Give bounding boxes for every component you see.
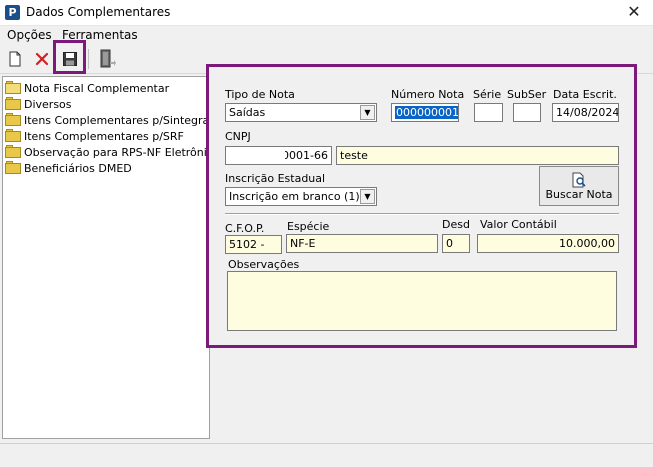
menu-bar: Opções Ferramentas	[0, 26, 653, 44]
menu-opcoes[interactable]: Opções	[7, 28, 52, 42]
divider	[225, 213, 619, 215]
buscar-nota-label: Buscar Nota	[545, 187, 613, 201]
chevron-down-icon[interactable]: ▼	[360, 105, 375, 120]
tipo-nota-select[interactable]: Saídas ▼	[225, 103, 377, 122]
subser-label: SubSer	[507, 88, 547, 101]
folder-icon	[5, 129, 21, 142]
observacoes-textarea[interactable]	[227, 271, 617, 331]
tree-item-srf[interactable]: Itens Complementares p/SRF	[5, 128, 184, 144]
tree-item-label: Observação para RPS-NF Eletrônica	[24, 145, 220, 159]
cnpj-value: 0001-66	[282, 149, 328, 162]
folder-icon	[5, 145, 21, 158]
subser-field[interactable]	[513, 103, 541, 122]
tree-item-diversos[interactable]: Diversos	[5, 96, 72, 112]
nota-fiscal-panel: Tipo de Nota Número Nota Série SubSer Da…	[206, 64, 637, 348]
cfop-field[interactable]: 5102 -	[225, 235, 282, 254]
cnpj-name-value: teste	[340, 149, 368, 162]
delete-icon	[35, 52, 49, 66]
data-escrit-label: Data Escrit.	[553, 88, 617, 101]
tree-item-sintegra[interactable]: Itens Complementares p/Sintegra	[5, 112, 209, 128]
valor-contabil-value: 10.000,00	[559, 237, 615, 250]
especie-label: Espécie	[287, 220, 330, 233]
serie-field[interactable]	[474, 103, 503, 122]
ie-select[interactable]: Inscrição em branco (1) ▼	[225, 187, 377, 206]
exit-button[interactable]	[96, 48, 118, 70]
numero-nota-value: 0000000016	[395, 106, 458, 119]
folder-icon	[5, 161, 21, 174]
title-bar: P Dados Complementares ✕	[0, 0, 653, 26]
cnpj-name-field[interactable]: teste	[336, 146, 619, 165]
cfop-label: C.F.O.P.	[225, 222, 265, 235]
chevron-down-icon[interactable]: ▼	[360, 189, 375, 204]
tree-item-label: Beneficiários DMED	[24, 161, 132, 175]
especie-value: NF-E	[290, 237, 316, 250]
tree-item-label: Diversos	[24, 97, 72, 111]
desd-field[interactable]: 0	[442, 234, 470, 253]
serie-label: Série	[473, 88, 502, 101]
tree-item-label: Nota Fiscal Complementar	[24, 81, 170, 95]
especie-field[interactable]: NF-E	[286, 234, 438, 253]
search-document-icon	[572, 172, 586, 187]
ie-label: Inscrição Estadual	[225, 172, 326, 185]
window-title: Dados Complementares	[26, 5, 171, 19]
toolbar-separator	[88, 49, 89, 69]
cfop-value: 5102 -	[229, 238, 265, 251]
valor-contabil-label: Valor Contábil	[480, 218, 557, 231]
data-escrit-value: 14/08/2024	[556, 106, 619, 119]
numero-nota-field[interactable]: 0000000016	[391, 103, 459, 122]
tree-item-rps-nf[interactable]: Observação para RPS-NF Eletrônica	[5, 144, 220, 160]
desd-label: Desd	[442, 218, 470, 231]
folder-icon	[5, 113, 21, 126]
redacted-area	[227, 147, 285, 164]
data-escrit-field[interactable]: 14/08/2024	[552, 103, 619, 122]
folder-icon	[5, 97, 21, 110]
status-bar	[0, 443, 653, 463]
ie-value: Inscrição em branco (1)	[229, 190, 360, 203]
observacoes-label: Observações	[228, 258, 300, 271]
folder-open-icon	[5, 81, 21, 94]
tree-item-label: Itens Complementares p/Sintegra	[24, 113, 210, 127]
save-highlight-box	[53, 40, 86, 74]
buscar-nota-button[interactable]: Buscar Nota	[539, 166, 619, 206]
tipo-nota-label: Tipo de Nota	[225, 88, 295, 101]
cnpj-label: CNPJ	[225, 130, 251, 143]
new-document-icon	[9, 51, 21, 67]
numero-nota-label: Número Nota	[391, 88, 465, 101]
valor-contabil-field[interactable]: 10.000,00	[477, 234, 619, 253]
tree-view[interactable]: Nota Fiscal Complementar Diversos Itens …	[2, 76, 220, 439]
tree-item-nota-fiscal-complementar[interactable]: Nota Fiscal Complementar	[5, 80, 169, 96]
new-document-button[interactable]	[4, 48, 26, 70]
tree-item-label: Itens Complementares p/SRF	[24, 129, 184, 143]
exit-door-icon	[100, 49, 116, 68]
app-logo-icon: P	[5, 5, 20, 20]
delete-button[interactable]	[31, 48, 53, 70]
tree-item-dmed[interactable]: Beneficiários DMED	[5, 160, 132, 176]
tipo-nota-value: Saídas	[229, 106, 266, 119]
close-button[interactable]: ✕	[623, 2, 645, 24]
desd-value: 0	[446, 237, 453, 250]
